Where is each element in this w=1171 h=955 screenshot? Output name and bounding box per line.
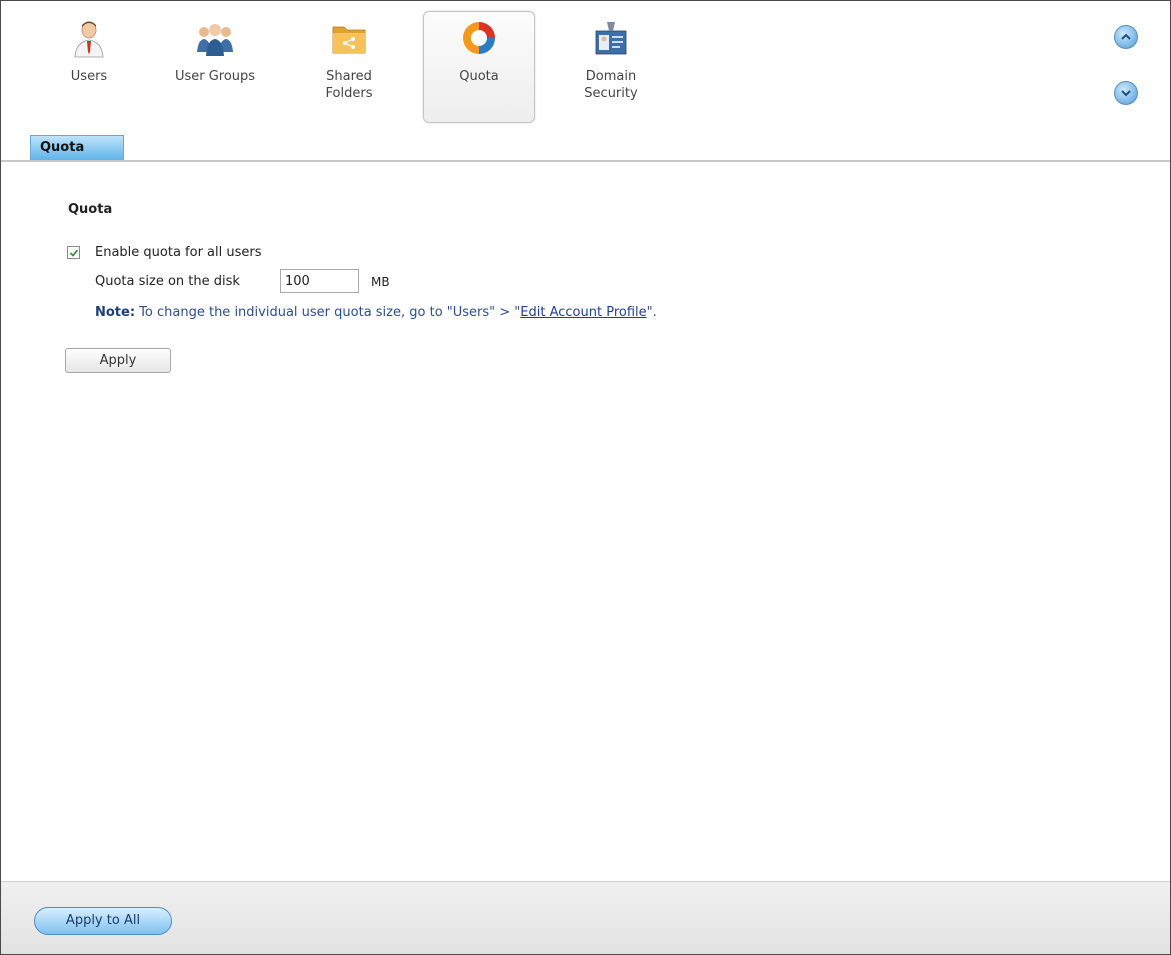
tab-quota[interactable]: Quota	[30, 135, 124, 160]
scroll-up-button[interactable]	[1114, 25, 1138, 49]
domain-security-icon	[595, 22, 627, 55]
apply-to-all-button[interactable]: Apply to All	[34, 907, 172, 935]
enable-quota-label: Enable quota for all users	[95, 245, 262, 260]
toolbar-label-users: Users	[70, 69, 108, 84]
checkmark-icon	[69, 249, 79, 257]
quota-settings-window: Users User Groups Shared Folders Quota D…	[0, 0, 1171, 955]
section-title: Quota	[68, 202, 113, 217]
note-suffix: ".	[646, 305, 657, 320]
quota-size-label: Quota size on the disk	[95, 274, 240, 289]
user-groups-icon	[197, 24, 233, 56]
toolbar-label-user-groups: User Groups	[174, 69, 256, 84]
tab-strip: Quota	[1, 131, 1170, 162]
note-text: To change the individual user quota size…	[135, 305, 521, 320]
toolbar-item-shared-folders[interactable]: Shared Folders	[293, 11, 405, 123]
note-prefix: Note:	[95, 305, 136, 320]
toolbar-item-domain-security[interactable]: Domain Security	[555, 11, 667, 123]
category-toolbar: Users User Groups Shared Folders Quota D…	[1, 1, 1170, 131]
footer-bar: Apply to All	[1, 881, 1170, 954]
toolbar-label-domain-security: Domain Security	[584, 69, 638, 101]
enable-quota-checkbox[interactable]	[67, 246, 80, 259]
shared-folder-icon	[332, 26, 366, 54]
quota-size-unit: MB	[371, 275, 390, 289]
toolbar-item-user-groups[interactable]: User Groups	[159, 11, 271, 123]
user-icon	[74, 21, 104, 58]
scroll-down-button[interactable]	[1114, 81, 1138, 105]
chevron-down-icon	[1121, 90, 1131, 97]
toolbar-item-users[interactable]: Users	[33, 11, 145, 123]
edit-account-profile-link[interactable]: Edit Account Profile	[520, 305, 646, 320]
toolbar-label-shared-folders: Shared Folders	[325, 69, 373, 101]
quota-size-input[interactable]	[280, 269, 359, 293]
apply-button[interactable]: Apply	[65, 348, 171, 373]
toolbar-label-quota: Quota	[459, 69, 499, 84]
quota-icon	[463, 22, 495, 54]
toolbar-item-quota[interactable]: Quota	[423, 11, 535, 123]
quota-note: Note: To change the individual user quot…	[95, 305, 657, 320]
chevron-up-icon	[1121, 33, 1131, 40]
